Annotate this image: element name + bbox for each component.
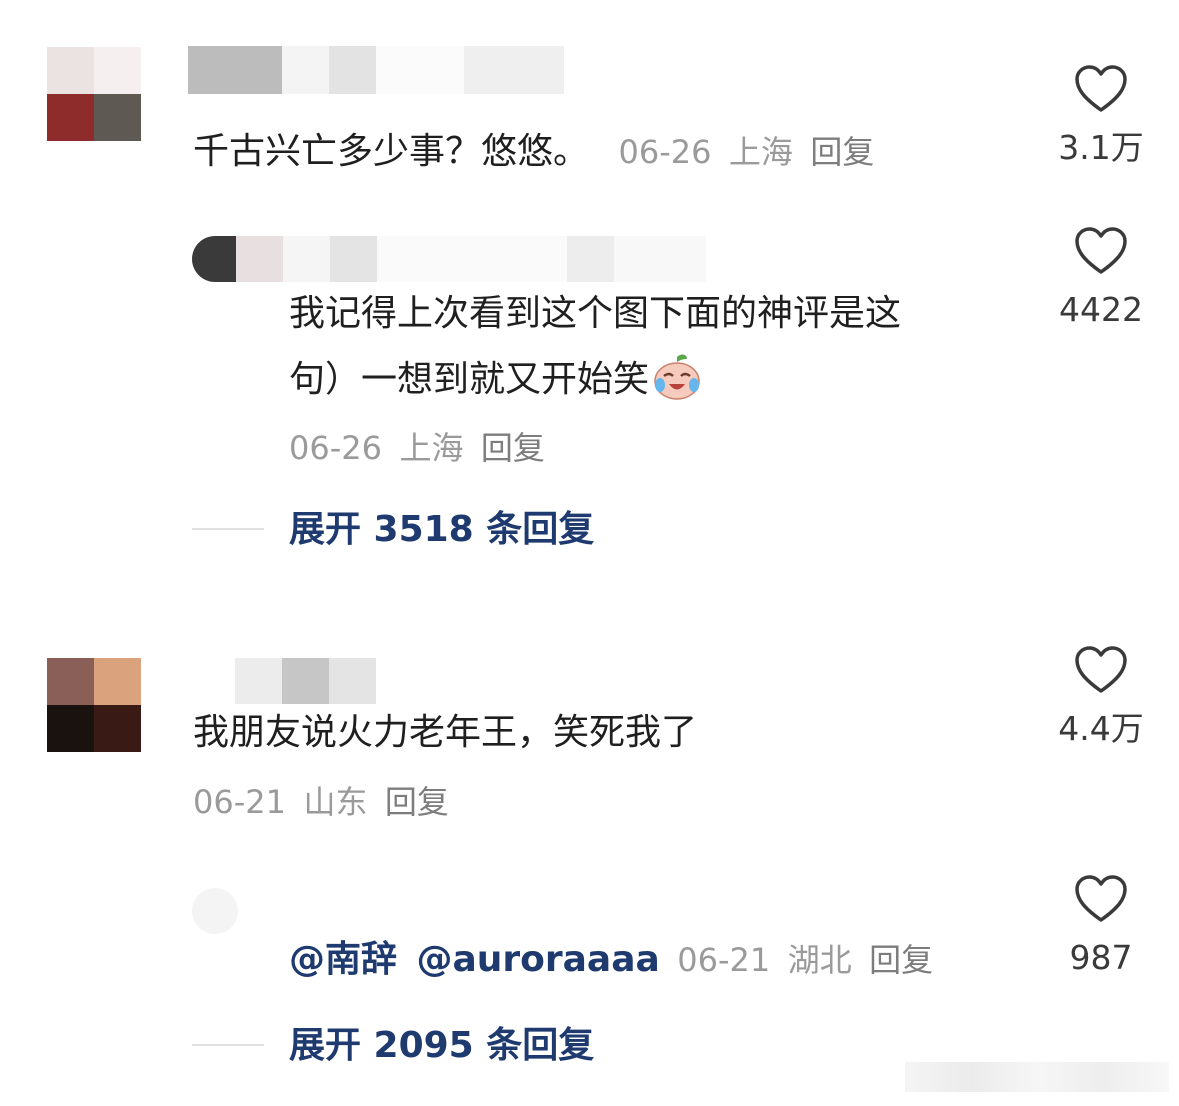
expand-replies-link[interactable]: 展开 3518 条回复 xyxy=(289,500,594,560)
reply-like-count: 987 xyxy=(1069,938,1133,977)
reply-location: 湖北 xyxy=(787,941,852,979)
reply-reply-button[interactable]: 回复 xyxy=(869,941,933,979)
comment-text-row: 千古兴亡多少事？悠悠。 06-26 上海 回复 xyxy=(193,122,874,182)
reply-button[interactable]: 回复 xyxy=(385,783,449,821)
comment-date: 06-21 xyxy=(193,783,286,821)
username-redacted[interactable] xyxy=(235,658,376,704)
heart-icon xyxy=(1075,646,1127,693)
heart-icon xyxy=(1075,875,1127,922)
heart-icon xyxy=(1075,227,1127,274)
expand-replies-link[interactable]: 展开 2095 条回复 xyxy=(289,1016,594,1076)
avatar[interactable] xyxy=(47,658,141,752)
reply-date: 06-26 xyxy=(289,429,382,467)
comment-location: 山东 xyxy=(303,783,368,821)
mention-link[interactable]: @auroraaaa xyxy=(416,939,659,980)
like-count: 4.4万 xyxy=(1058,709,1144,748)
reply-text-line1: 我记得上次看到这个图下面的神评是这 xyxy=(289,293,902,334)
reply-like-button[interactable]: 987 xyxy=(1041,874,1161,978)
like-button[interactable]: 3.1万 xyxy=(1041,64,1161,168)
comment-location: 上海 xyxy=(728,133,793,171)
comment-meta-row: 06-21 山东 回复 xyxy=(193,772,449,832)
reply-meta-row: 06-26 上海 回复 xyxy=(289,418,545,478)
reply-username-redacted[interactable] xyxy=(236,236,706,282)
like-button[interactable]: 4.4万 xyxy=(1041,645,1161,749)
reply-button[interactable]: 回复 xyxy=(810,133,874,171)
reply-like-count: 4422 xyxy=(1059,290,1143,329)
mention-link[interactable]: @南辞 xyxy=(289,939,397,980)
crying-laughing-emoji-icon xyxy=(654,354,700,400)
comment-text: 千古兴亡多少事？悠悠。 xyxy=(193,131,590,172)
reply-text-line2-row: 句）一想到就又开始笑 xyxy=(289,350,703,410)
avatar[interactable] xyxy=(47,47,141,141)
reply-location: 上海 xyxy=(399,429,464,467)
comment-text: 我朋友说火力老年王，笑死我了 xyxy=(193,712,698,753)
watermark xyxy=(905,1062,1169,1092)
like-count: 3.1万 xyxy=(1058,128,1144,167)
heart-icon xyxy=(1075,65,1127,112)
divider xyxy=(192,1044,264,1046)
reply-avatar[interactable] xyxy=(192,236,238,282)
divider xyxy=(192,528,264,530)
reply-row: @南辞 @auroraaaa 06-21 湖北 回复 xyxy=(289,930,933,990)
username-redacted[interactable] xyxy=(188,46,564,94)
reply-date: 06-21 xyxy=(677,941,771,979)
comment-date: 06-26 xyxy=(618,133,712,171)
reply-text-line2: 句）一想到就又开始笑 xyxy=(289,359,650,400)
reply-avatar[interactable] xyxy=(192,888,238,934)
reply-reply-button[interactable]: 回复 xyxy=(481,429,545,467)
reply-like-button[interactable]: 4422 xyxy=(1041,226,1161,330)
